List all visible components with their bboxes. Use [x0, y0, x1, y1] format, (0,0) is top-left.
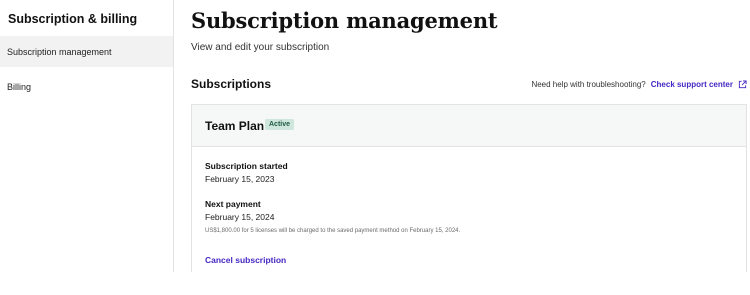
sidebar-item-subscription-management[interactable]: Subscription management	[0, 36, 173, 67]
next-payment-date: February 15, 2024	[205, 212, 275, 222]
card-header: Team Plan Active	[192, 105, 746, 147]
subscription-started-date: February 15, 2023	[205, 174, 275, 184]
next-payment-label: Next payment	[205, 199, 261, 209]
sidebar-item-label: Subscription management	[7, 46, 112, 57]
sidebar-item-label: Billing	[7, 81, 32, 92]
help-row: Need help with troubleshooting? Check su…	[531, 80, 747, 89]
status-badge: Active	[265, 119, 295, 130]
cancel-subscription-link[interactable]: Cancel subscription	[205, 255, 286, 265]
external-link-icon[interactable]	[738, 80, 747, 89]
payment-note: US$1,800.00 for 5 licenses will be charg…	[205, 228, 461, 234]
support-center-link[interactable]: Check support center	[651, 80, 733, 89]
app-window: Subscription & billing Subscription mana…	[0, 0, 750, 295]
page-title: Subscription management	[191, 8, 498, 33]
plan-name: Team Plan	[205, 119, 265, 133]
sidebar-item-billing[interactable]: Billing	[0, 71, 173, 102]
section-title-subscriptions: Subscriptions	[191, 77, 272, 91]
subscription-started-label: Subscription started	[205, 161, 288, 171]
sidebar-title: Subscription & billing	[8, 12, 138, 26]
page-subtitle: View and edit your subscription	[191, 42, 330, 53]
subscription-card: Team Plan Active Subscription started Fe…	[191, 104, 747, 272]
sidebar: Subscription & billing Subscription mana…	[0, 0, 174, 272]
help-text: Need help with troubleshooting?	[531, 80, 646, 89]
